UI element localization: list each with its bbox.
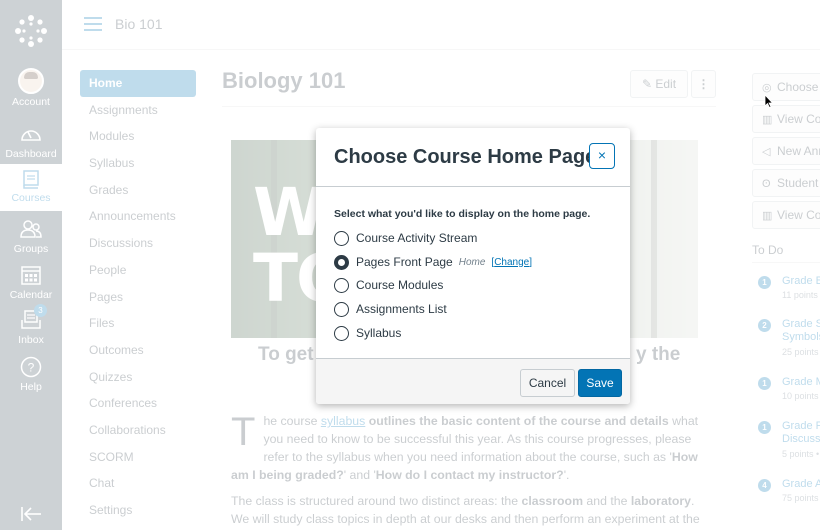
choose-home-page-dialog: Choose Course Home Page × Select what yo… [316,128,630,404]
radio-button[interactable] [334,301,349,317]
radio-button[interactable] [334,277,349,293]
radio-button[interactable] [334,325,349,341]
dialog-title: Choose Course Home Page [334,146,597,168]
close-icon: × [597,147,607,163]
dialog-header: Choose Course Home Page × [316,128,630,187]
front-page-name: Home [458,256,486,268]
cancel-button[interactable]: Cancel [520,369,575,397]
radio-button-selected[interactable] [334,254,349,270]
option-pages-front-page[interactable]: Pages Front Page Home [Change] [334,253,532,271]
save-button[interactable]: Save [578,369,622,397]
dialog-footer: Cancel Save [316,358,630,404]
option-label: Course Activity Stream [356,231,478,245]
dialog-prompt: Select what you'd like to display on the… [334,208,591,220]
mouse-cursor-icon [764,94,774,108]
option-course-modules[interactable]: Course Modules [334,276,443,294]
option-label: Syllabus [356,326,402,340]
close-button[interactable]: × [589,143,615,169]
option-assignments-list[interactable]: Assignments List [334,300,447,318]
app: Account Dashboard Courses Groups Calenda… [0,0,820,530]
change-front-page-link[interactable]: [Change] [491,257,532,268]
radio-button[interactable] [334,230,349,246]
option-course-activity-stream[interactable]: Course Activity Stream [334,229,477,247]
option-label: Assignments List [356,302,447,316]
option-label: Course Modules [356,278,444,292]
option-label: Pages Front Page [356,255,453,269]
option-syllabus[interactable]: Syllabus [334,324,401,342]
